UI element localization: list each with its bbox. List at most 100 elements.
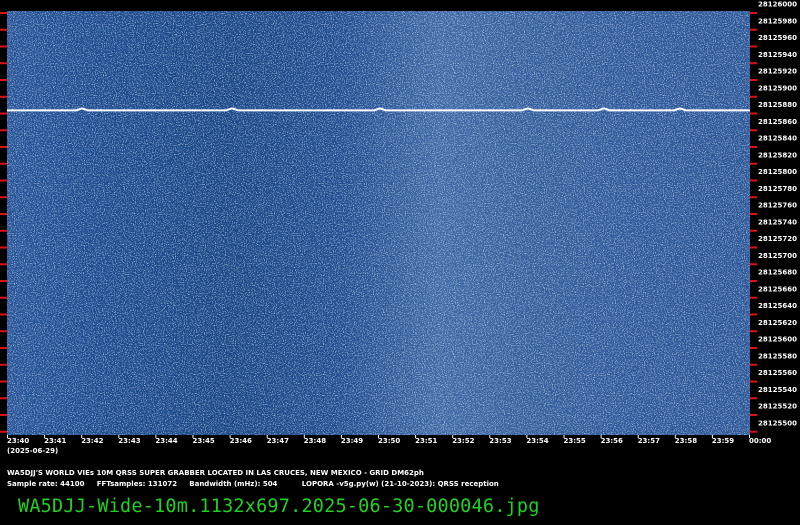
frequency-label: 28125780 [758,185,797,193]
frequency-tick [0,397,7,400]
frequency-tick [0,313,7,316]
frequency-label: 28125600 [758,336,797,344]
time-label: 23:51 [415,437,437,445]
frequency-tick [0,196,7,199]
frequency-label: 28125760 [758,202,797,210]
frequency-tick [750,45,757,48]
time-axis: 23:40 23:41 23:42 23:43 23:44 23:45 23:46 23:47… [7,437,771,445]
frequency-tick [750,430,757,433]
frequency-label: 28125920 [758,68,797,76]
frequency-label: 28125540 [758,386,797,394]
frequency-tick [0,12,7,14]
time-label: 23:53 [489,437,511,445]
time-label: 23:55 [564,437,586,445]
frequency-label: 28125820 [758,151,797,159]
frequency-label: 28125880 [758,101,797,109]
frequency-label: 28125640 [758,302,797,310]
frequency-tick [750,414,757,416]
frequency-tick [0,229,7,232]
frequency-label: 28125500 [758,419,797,427]
frequency-tick [750,363,757,366]
frequency-tick [750,28,757,31]
frequency-tick [750,79,757,81]
right-ticks [750,12,757,433]
frequency-tick [750,246,757,249]
frequency-tick [0,179,7,182]
frequency-tick [0,414,7,416]
frequency-label: 28125520 [758,403,797,411]
time-label: 23:42 [81,437,103,445]
frequency-tick [0,347,7,349]
frequency-tick [750,380,757,383]
waterfall-noise [7,11,750,435]
time-label: 23:43 [118,437,140,445]
frequency-tick [750,313,757,316]
frequency-tick [750,179,757,182]
time-label: 23:47 [267,437,289,445]
time-label: 23:50 [378,437,400,445]
frequency-label: 28125660 [758,285,797,293]
frequency-tick [0,213,7,215]
frequency-label: 28125620 [758,319,797,327]
time-label: 23:46 [230,437,252,445]
frequency-tick [0,95,7,98]
frequency-label: 28125800 [758,168,797,176]
frequency-tick [750,162,757,165]
left-ticks [0,12,7,433]
frequency-tick [750,95,757,98]
frequency-tick [0,79,7,81]
frequency-tick [750,213,757,215]
frequency-label: 28125940 [758,51,797,59]
frequency-tick [750,229,757,232]
frequency-tick [0,62,7,65]
time-label: 23:49 [341,437,363,445]
time-label: 23:52 [452,437,474,445]
frequency-tick [750,280,757,282]
frequency-tick [0,129,7,132]
frequency-tick [0,146,7,148]
time-label: 23:41 [44,437,66,445]
image-filename: WA5DJJ-Wide-10m.1132x697.2025-06-30-0000… [18,496,540,517]
frequency-tick [0,330,7,333]
frequency-label: 28125960 [758,34,797,42]
time-label: 23:44 [155,437,177,445]
time-label: 00:00 [749,437,771,445]
time-label: 23:59 [712,437,734,445]
frequency-tick [0,380,7,383]
frequency-label: 28125720 [758,235,797,243]
frequency-label: 28125840 [758,135,797,143]
frequency-label: 28125860 [758,118,797,126]
frequency-tick [750,12,757,14]
frequency-label: 28125740 [758,218,797,226]
frequency-tick [0,162,7,165]
frequency-tick [750,62,757,65]
frequency-tick [0,363,7,366]
time-label: 23:58 [675,437,697,445]
station-caption: WA5DJJ'S WORLD VIEs 10M QRSS SUPER GRABB… [7,469,424,477]
frequency-tick [750,196,757,199]
frequency-label: 28125680 [758,269,797,277]
frequency-label: 28125900 [758,84,797,92]
frequency-tick [750,330,757,333]
frequency-axis: 28126000 28125980 28125960 28125940 28125920… [758,1,797,428]
frequency-tick [750,397,757,400]
frequency-tick [0,430,7,433]
frequency-tick [0,45,7,48]
frequency-tick [0,263,7,266]
frequency-tick [0,112,7,115]
time-label: 23:57 [638,437,660,445]
frequency-tick [0,246,7,249]
date-label: (2025-06-29) [7,447,58,455]
time-label: 23:45 [193,437,215,445]
frequency-tick [750,112,757,115]
frequency-label: 28125980 [758,17,797,25]
waterfall-spectrogram: 28126000 28125980 28125960 28125940 28125920… [0,1,797,455]
frequency-tick [0,28,7,31]
time-label: 23:56 [601,437,623,445]
frequency-tick [750,296,757,299]
frequency-label: 28125560 [758,369,797,377]
time-label: 23:40 [7,437,29,445]
reception-parameters: Sample rate: 44100 FFTsamples: 131072 Ba… [7,480,499,488]
frequency-tick [750,146,757,148]
time-label: 23:54 [526,437,548,445]
